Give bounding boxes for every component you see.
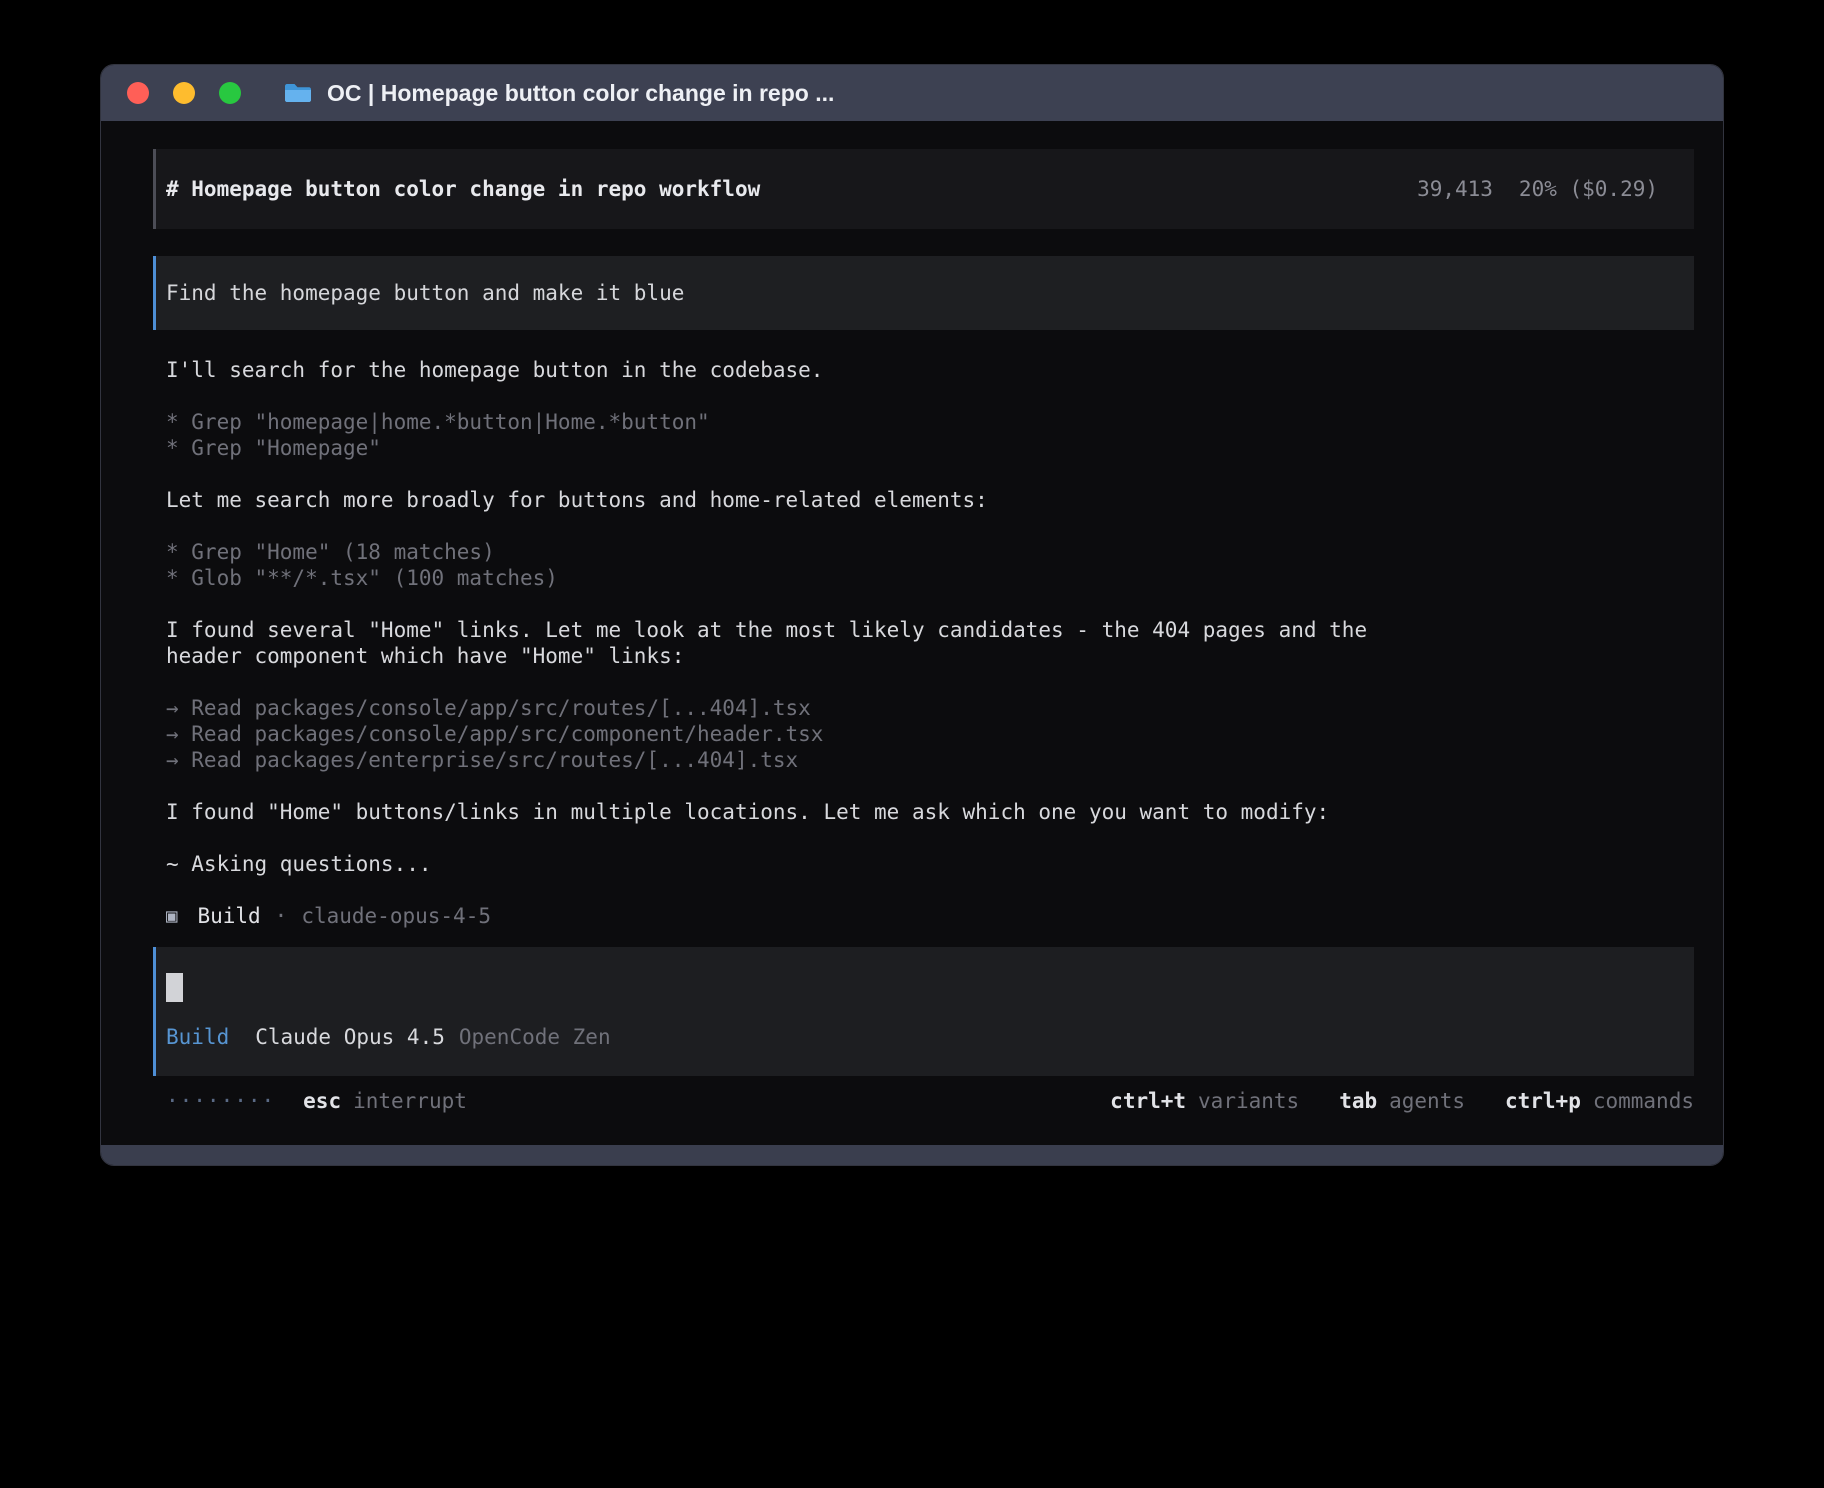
agent-icon: ▣ <box>166 903 177 929</box>
provider-label: OpenCode Zen <box>459 1024 611 1050</box>
shortcut-key: ctrl+t <box>1110 1088 1186 1114</box>
shortcut-commands: ctrl+p commands <box>1505 1088 1694 1114</box>
shortcut-interrupt: esc interrupt <box>303 1088 467 1114</box>
terminal-window: OC | Homepage button color change in rep… <box>100 64 1724 1166</box>
user-message-text: Find the homepage button and make it blu… <box>166 281 684 305</box>
transcript: I'll search for the homepage button in t… <box>153 330 1694 929</box>
status-bar-right: ctrl+t variants tab agents ctrl+p comman… <box>1110 1088 1694 1114</box>
prompt-input[interactable]: Build Claude Opus 4.5 OpenCode Zen <box>153 947 1694 1076</box>
esc-key: esc <box>303 1088 341 1114</box>
session-header: # Homepage button color change in repo w… <box>153 149 1694 229</box>
session-stats: 39,413 20% ($0.29) <box>1417 176 1658 202</box>
tool-call-grep: * Grep "Home" (18 matches) <box>166 539 1694 565</box>
agent-model: claude-opus-4-5 <box>301 903 491 929</box>
assistant-message: I'll search for the homepage button in t… <box>166 357 1694 383</box>
tool-call-glob: * Glob "**/*.tsx" (100 matches) <box>166 565 1694 591</box>
window-title-group: OC | Homepage button color change in rep… <box>283 80 834 107</box>
assistant-message: I found "Home" buttons/links in multiple… <box>166 799 1694 825</box>
input-meta: Build Claude Opus 4.5 OpenCode Zen <box>166 1024 1658 1050</box>
tool-call-grep: * Grep "homepage|home.*button|Home.*butt… <box>166 409 1694 435</box>
close-button[interactable] <box>127 82 149 104</box>
dot-separator: · <box>275 903 288 929</box>
shortcut-variants: ctrl+t variants <box>1110 1088 1299 1114</box>
model-label: Claude Opus 4.5 <box>255 1024 445 1050</box>
shortcut-agents: tab agents <box>1339 1088 1465 1114</box>
tool-call-group: * Grep "homepage|home.*button|Home.*butt… <box>166 409 1694 461</box>
status-bar: ········ esc interrupt ctrl+t variants t… <box>153 1088 1694 1114</box>
interrupt-label: interrupt <box>353 1088 467 1114</box>
folder-icon <box>283 81 313 105</box>
spinner-dots: ········ <box>166 1088 275 1114</box>
agent-status-line: ▣ Build · claude-opus-4-5 <box>166 903 1694 929</box>
assistant-message: Let me search more broadly for buttons a… <box>166 487 1694 513</box>
shortcut-key: ctrl+p <box>1505 1088 1581 1114</box>
traffic-lights <box>127 82 241 104</box>
shortcut-label: commands <box>1593 1088 1694 1114</box>
mode-label: Build <box>166 1024 229 1050</box>
window-titlebar: OC | Homepage button color change in rep… <box>101 65 1723 121</box>
tool-call-grep: * Grep "Homepage" <box>166 435 1694 461</box>
tool-call-group: * Grep "Home" (18 matches) * Glob "**/*.… <box>166 539 1694 591</box>
agent-name: Build <box>197 903 260 929</box>
tool-call-read: → Read packages/console/app/src/routes/[… <box>166 695 1694 721</box>
tool-call-read: → Read packages/console/app/src/componen… <box>166 721 1694 747</box>
shortcut-label: variants <box>1198 1088 1299 1114</box>
terminal-content: # Homepage button color change in repo w… <box>101 121 1723 1114</box>
status-bar-left: ········ esc interrupt <box>166 1088 467 1114</box>
zoom-button[interactable] <box>219 82 241 104</box>
minimize-button[interactable] <box>173 82 195 104</box>
window-title: OC | Homepage button color change in rep… <box>327 80 834 107</box>
asking-questions-status: ~ Asking questions... <box>166 851 1694 877</box>
tool-call-group: → Read packages/console/app/src/routes/[… <box>166 695 1694 773</box>
shortcut-key: tab <box>1339 1088 1377 1114</box>
user-message: Find the homepage button and make it blu… <box>153 256 1694 330</box>
text-cursor <box>166 973 183 1002</box>
assistant-message: I found several "Home" links. Let me loo… <box>166 617 1416 669</box>
session-title: # Homepage button color change in repo w… <box>166 176 760 202</box>
window-bottom-edge <box>101 1145 1723 1165</box>
token-count: 39,413 <box>1417 176 1493 202</box>
shortcut-label: agents <box>1389 1088 1465 1114</box>
context-usage: 20% ($0.29) <box>1519 176 1658 202</box>
tool-call-read: → Read packages/enterprise/src/routes/[.… <box>166 747 1694 773</box>
